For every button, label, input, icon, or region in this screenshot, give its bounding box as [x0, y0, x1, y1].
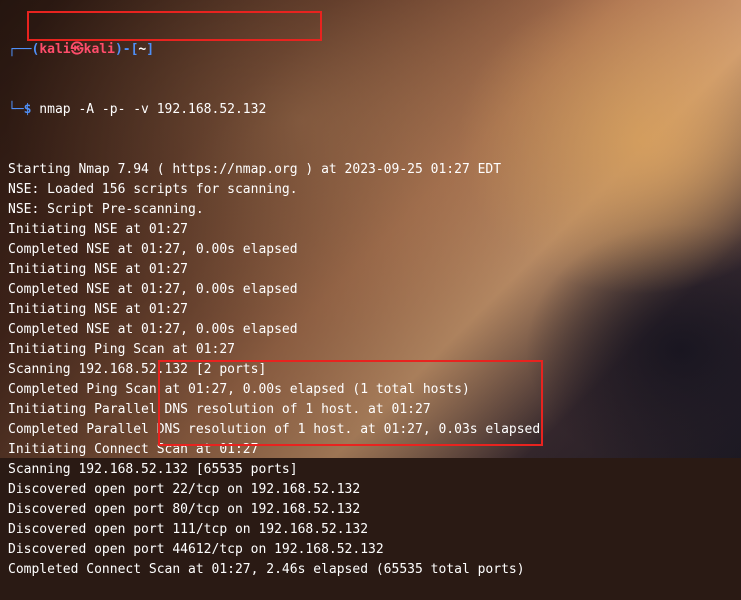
output-line: Completed Connect Scan at 01:27, 2.46s e…: [8, 562, 525, 577]
prompt-bracket-close: ]: [146, 42, 155, 57]
output-line: Discovered open port 80/tcp on 192.168.5…: [8, 502, 361, 517]
prompt-bracket: )-[: [114, 42, 139, 57]
command-text[interactable]: nmap -A -p- -v 192.168.52.132: [31, 102, 266, 117]
output-line: Scanning 192.168.52.132 [2 ports]: [8, 362, 267, 377]
output-line: NSE: Loaded 156 scripts for scanning.: [8, 182, 298, 197]
prompt-corner-bottom: └─: [8, 102, 24, 117]
output-line: Completed Ping Scan at 01:27, 0.00s elap…: [8, 382, 470, 397]
output-line: Scanning 192.168.52.132 [65535 ports]: [8, 462, 298, 477]
terminal-window[interactable]: ┌──(kali㉿kali)-[~] └─$ nmap -A -p- -v 19…: [8, 0, 741, 577]
output-line: Initiating NSE at 01:27: [8, 302, 189, 317]
output-line: Discovered open port 111/tcp on 192.168.…: [8, 522, 369, 537]
prompt-user-host: kali㉿kali: [39, 42, 115, 57]
output-line: Completed NSE at 01:27, 0.00s elapsed: [8, 242, 298, 257]
output-line: Discovered open port 44612/tcp on 192.16…: [8, 542, 384, 557]
prompt-line-bottom[interactable]: └─$ nmap -A -p- -v 192.168.52.132: [8, 100, 741, 120]
output-line: Initiating Parallel DNS resolution of 1 …: [8, 402, 431, 417]
output-line: Starting Nmap 7.94 ( https://nmap.org ) …: [8, 162, 502, 177]
output-line: Initiating Connect Scan at 01:27: [8, 442, 259, 457]
output-line: Initiating NSE at 01:27: [8, 262, 189, 277]
prompt-line-top: ┌──(kali㉿kali)-[~]: [8, 40, 741, 60]
output-line: Completed NSE at 01:27, 0.00s elapsed: [8, 282, 298, 297]
output-line: NSE: Script Pre-scanning.: [8, 202, 204, 217]
output-line: Completed NSE at 01:27, 0.00s elapsed: [8, 322, 298, 337]
output-line: Initiating NSE at 01:27: [8, 222, 189, 237]
prompt-corner: ┌──(: [8, 42, 40, 57]
output-line: Discovered open port 22/tcp on 192.168.5…: [8, 482, 361, 497]
output-line: Completed Parallel DNS resolution of 1 h…: [8, 422, 541, 437]
output-line: Initiating Ping Scan at 01:27: [8, 342, 235, 357]
command-output: Starting Nmap 7.94 ( https://nmap.org ) …: [8, 160, 741, 580]
